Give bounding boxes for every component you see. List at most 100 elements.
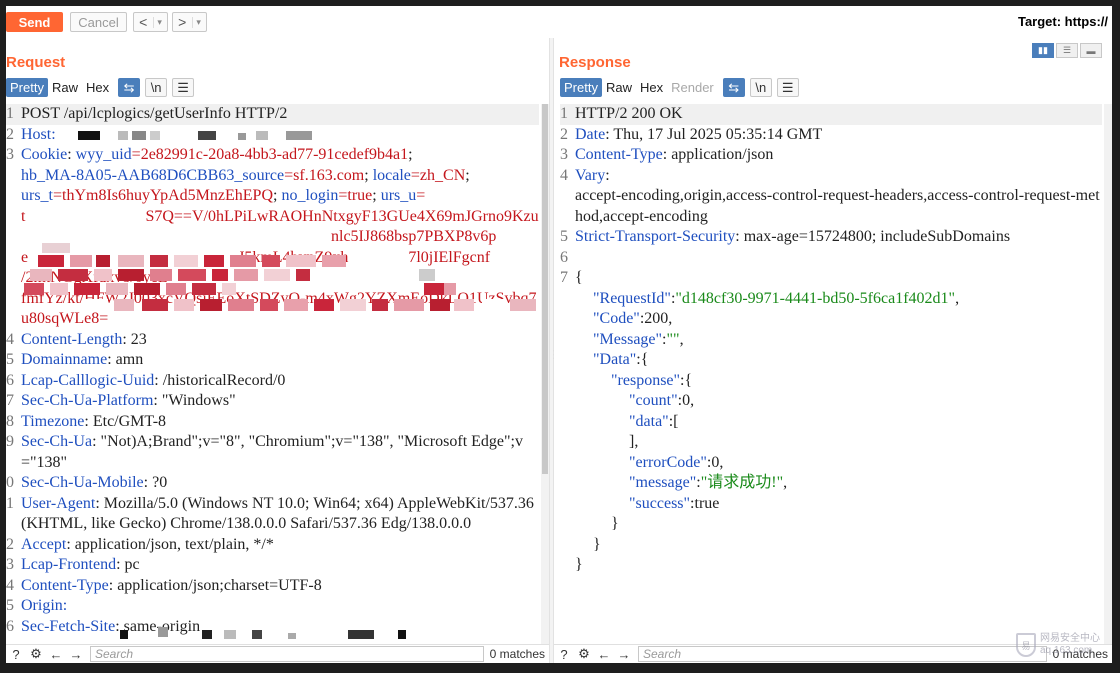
code-line: hb_MA-8A05-AAB68D6CBB63_source=sf.163.co…: [21, 166, 470, 184]
request-editor[interactable]: 1 POST /api/lcplogics/getUserInfo HTTP/2 …: [6, 104, 539, 644]
code-line: 5 Strict-Transport-Security: max-age=1572…: [560, 228, 1011, 245]
code-line: 4 Vary: accept-encoding,origin,access-cont…: [560, 166, 1100, 225]
code-line: 7{: [560, 269, 583, 286]
back-button[interactable]: < ▾: [133, 12, 168, 32]
code-line: "Message":"",: [593, 330, 684, 348]
tab-render[interactable]: Render: [667, 78, 718, 97]
gear-icon[interactable]: ⚙: [26, 645, 46, 663]
word-wrap-button[interactable]: ⇆: [118, 78, 141, 97]
code-line: ],: [629, 433, 639, 450]
show-newlines-button[interactable]: \n: [145, 78, 168, 97]
watermark: 易 网易安全中心 aq.163.com: [1016, 633, 1100, 657]
newline-icon: \n: [755, 80, 767, 95]
code-line: 1 HTTP/2 200 OK: [560, 104, 1102, 125]
response-view-tabs: Pretty Raw Hex Render ⇆ \n ☰: [560, 77, 799, 98]
help-icon[interactable]: ?: [6, 645, 26, 663]
watermark-line1: 网易安全中心: [1040, 633, 1100, 644]
response-title: Response: [559, 54, 631, 71]
tab-pretty[interactable]: Pretty: [560, 78, 602, 97]
code-line: 3 Content-Type: application/json: [560, 146, 774, 163]
code-line: 5 Origin:: [6, 597, 68, 614]
stacked-layout-button[interactable]: ☰: [1056, 43, 1078, 58]
top-toolbar: Send Cancel < ▾ > ▾ Target: https://: [6, 6, 1112, 38]
pixelated-redaction: [78, 131, 312, 140]
hamburger-icon: ☰: [177, 79, 189, 95]
hamburger-icon: ☰: [781, 79, 794, 95]
code-line: "RequestId":"d148cf30-9971-4441-bd50-5f6…: [593, 289, 960, 307]
next-match-icon[interactable]: →: [614, 645, 634, 663]
back-arrow-icon: <: [139, 14, 148, 30]
menu-button[interactable]: ☰: [172, 78, 195, 97]
chevron-down-icon[interactable]: ▾: [192, 16, 201, 28]
tab-pretty[interactable]: Pretty: [6, 78, 48, 97]
code-line: "response":{: [611, 371, 693, 389]
request-scrollbar[interactable]: [541, 104, 549, 644]
previous-match-icon[interactable]: ←: [594, 645, 614, 663]
tab-raw[interactable]: Raw: [602, 78, 636, 97]
tab-hex[interactable]: Hex: [636, 78, 667, 97]
code-line: 5 Domainname: amn: [6, 351, 144, 368]
code-line: 0 Sec-Ch-Ua-Mobile: ?0: [6, 474, 168, 491]
menu-button[interactable]: ☰: [776, 78, 799, 97]
tab-raw[interactable]: Raw: [48, 78, 82, 97]
redaction-origin: [102, 626, 412, 639]
code-line: 4 Content-Length: 23: [6, 330, 147, 348]
layout-toggle: ▮▮ ☰ ▬: [1032, 43, 1102, 58]
wrap-icon: ⇆: [123, 79, 135, 95]
chevron-down-icon[interactable]: ▾: [153, 16, 162, 28]
side-by-side-layout-button[interactable]: ▮▮: [1032, 43, 1054, 58]
response-pane: Response ▮▮ ☰ ▬ Pretty Raw Hex Render ⇆ …: [554, 38, 1112, 663]
word-wrap-button[interactable]: ⇆: [722, 78, 745, 97]
tabs-icon: ▬: [1086, 45, 1096, 56]
code-line: "count":0,: [629, 392, 695, 409]
watermark-line2: aq.163.com: [1040, 645, 1093, 656]
code-line: "Data":{: [593, 351, 649, 368]
redaction-host: [78, 128, 318, 140]
show-newlines-button[interactable]: \n: [749, 78, 772, 97]
previous-match-icon[interactable]: ←: [46, 645, 66, 663]
code-line: 6: [560, 248, 568, 266]
request-matches-count: 0 matches: [489, 647, 545, 661]
response-search-input[interactable]: Search: [638, 646, 1047, 662]
send-button[interactable]: Send: [6, 12, 63, 32]
code-line: 2 Accept: application/json, text/plain, *…: [6, 535, 274, 553]
gear-icon[interactable]: ⚙: [574, 645, 594, 663]
code-line: 1 POST /api/lcplogics/getUserInfo HTTP/2: [6, 104, 539, 125]
code-line: t S7Q==V/0hLPiLwRAOHnNtxgyF13GUe4X69mJGrn…: [21, 207, 539, 225]
tab-hex[interactable]: Hex: [82, 78, 113, 97]
forward-button[interactable]: > ▾: [172, 12, 207, 32]
wrap-icon: ⇆: [728, 79, 740, 95]
pixelated-redaction: [24, 243, 536, 311]
request-search-input[interactable]: Search: [90, 646, 484, 662]
burp-repeater-window: Send Cancel < ▾ > ▾ Target: https:// Req…: [6, 6, 1112, 663]
code-line: 4 Content-Type: application/json;charset=…: [6, 576, 322, 594]
code-line: }: [575, 556, 583, 573]
response-scrollbar[interactable]: [1104, 104, 1112, 644]
target-label[interactable]: Target: https://: [1018, 14, 1108, 29]
code-line: 7 Sec-Ch-Ua-Platform: "Windows": [6, 392, 236, 409]
scrollbar-thumb[interactable]: [542, 104, 548, 474]
response-editor[interactable]: 1 HTTP/2 200 OK 2 Date: Thu, 17 Jul 2025 0…: [560, 104, 1102, 644]
code-line: 3 Cookie: wyy_uid=2e82991c-20a8-4bb3-ad77…: [6, 146, 413, 163]
forward-arrow-icon: >: [178, 14, 187, 30]
code-line: "message":"请求成功!",: [629, 474, 788, 491]
code-line: "success":true: [629, 494, 720, 512]
help-icon[interactable]: ?: [554, 645, 574, 663]
code-line: 3 Lcap-Frontend: pc: [6, 556, 140, 573]
newline-icon: \n: [150, 80, 162, 95]
code-line: urs_t=thYm8Is6huyYpAd5MnzEhEPQ; no_login…: [21, 187, 426, 204]
columns-icon: ▮▮: [1038, 45, 1048, 55]
code-line: 6 Lcap-Calllogic-Uuid: /historicalRecord/…: [6, 371, 286, 389]
pixelated-redaction: [120, 627, 406, 639]
rows-icon: ☰: [1062, 45, 1072, 55]
code-line: "errorCode":0,: [629, 453, 724, 471]
code-line: 8 Timezone: Etc/GMT-8: [6, 412, 167, 430]
request-view-tabs: Pretty Raw Hex ⇆ \n ☰: [6, 77, 195, 98]
code-line: }: [611, 515, 619, 532]
request-search-bar: ? ⚙ ← → Search 0 matches: [6, 644, 549, 663]
cancel-button[interactable]: Cancel: [70, 12, 127, 32]
tabbed-layout-button[interactable]: ▬: [1080, 43, 1102, 58]
next-match-icon[interactable]: →: [66, 645, 86, 663]
request-pane: Request Pretty Raw Hex ⇆ \n ☰ 1 POST /api…: [6, 38, 549, 663]
request-title: Request: [6, 54, 66, 71]
